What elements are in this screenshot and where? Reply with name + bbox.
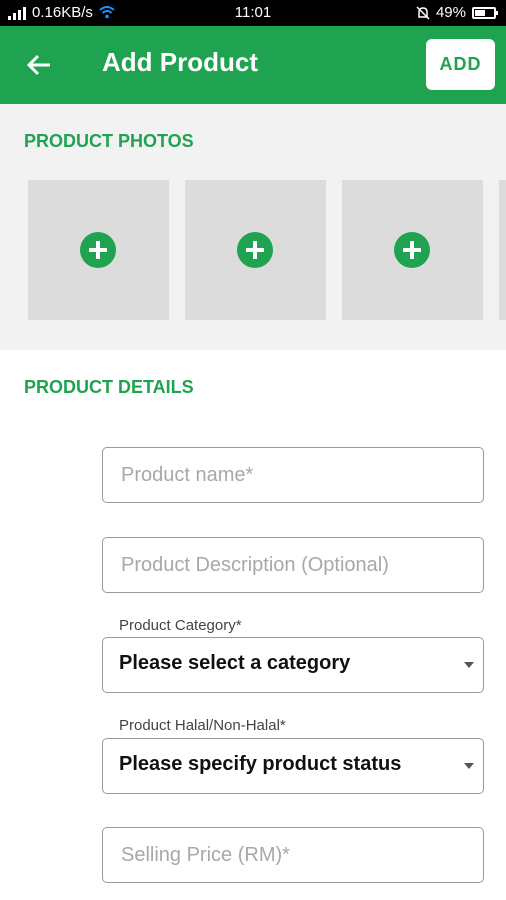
dropdown-arrow-icon [464, 763, 474, 769]
photo-slot-2[interactable] [185, 180, 326, 320]
alarm-off-icon [416, 5, 430, 20]
product-category-dropdown[interactable]: Please select a category [102, 637, 484, 693]
product-name-input[interactable] [103, 448, 483, 502]
page-title: Add Product [102, 47, 258, 77]
dropdown-arrow-icon [464, 662, 474, 668]
product-halal-value: Please specify product status [119, 753, 402, 775]
status-right: 49% [416, 4, 498, 21]
plus-circle-icon [237, 232, 273, 268]
photo-slot-4[interactable] [499, 180, 506, 320]
selling-price-field[interactable] [102, 827, 484, 883]
product-photos-heading: PRODUCT PHOTOS [24, 131, 194, 151]
add-button[interactable]: ADD [426, 39, 495, 90]
photo-slot-3[interactable] [342, 180, 483, 320]
product-description-input[interactable] [103, 538, 483, 592]
back-button[interactable] [22, 48, 56, 82]
arrow-left-icon [26, 54, 50, 76]
battery-percent: 49% [435, 4, 466, 21]
photo-slot-1[interactable] [28, 180, 169, 320]
selling-price-input[interactable] [103, 828, 483, 882]
battery-icon [472, 6, 498, 19]
plus-circle-icon [80, 232, 116, 268]
product-name-field[interactable] [102, 447, 484, 503]
product-halal-label: Product Halal/Non-Halal* [119, 717, 286, 734]
plus-circle-icon [394, 232, 430, 268]
product-category-label: Product Category* [119, 617, 242, 634]
status-bar: 0.16KB/s 11:01 49% [0, 0, 506, 26]
product-halal-dropdown[interactable]: Please specify product status [102, 738, 484, 794]
product-category-value: Please select a category [119, 652, 351, 674]
product-photos-section: PRODUCT PHOTOS [0, 104, 506, 350]
product-description-field[interactable] [102, 537, 484, 593]
app-bar: Add Product ADD [0, 26, 506, 104]
product-details-heading: PRODUCT DETAILS [24, 377, 194, 397]
